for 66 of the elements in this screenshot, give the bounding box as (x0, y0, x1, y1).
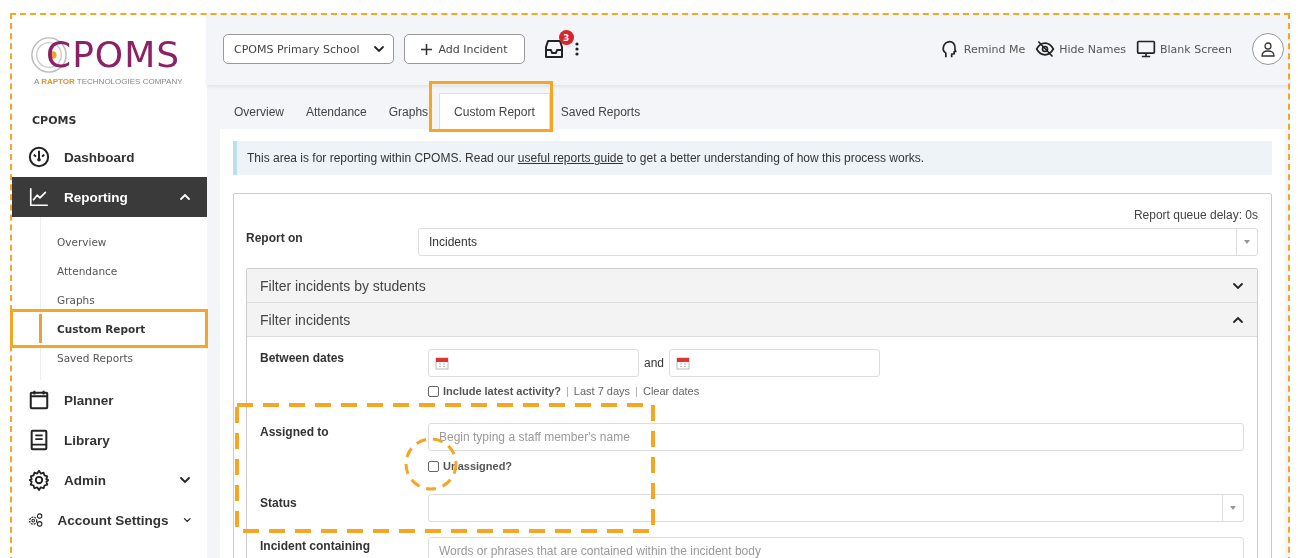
eye-slash-icon (1035, 39, 1056, 59)
queue-delay: Report queue delay: 0s (1132, 208, 1258, 222)
checkbox-label: Include latest activity? (443, 385, 561, 397)
chevron-down-icon (179, 474, 191, 486)
tab[interactable]: Overview (223, 93, 295, 129)
report-on-select[interactable]: Incidents (418, 228, 1258, 256)
calendar-icon[interactable] (676, 356, 691, 370)
inbox-icon[interactable] (542, 39, 565, 59)
field-label: Report on (246, 230, 304, 247)
section-heading: CPOMS (31, 113, 78, 129)
submenu-item[interactable]: Overview (39, 227, 107, 256)
info-alert: This area is for reporting within CPOMS. Read our useful reports guide to get a better understanding of how this process works. (233, 141, 1272, 175)
accordion-header[interactable]: Filter incidents (247, 303, 1257, 337)
separator: | (565, 385, 570, 397)
separator: | (634, 385, 639, 397)
staff-search-field[interactable]: Begin typing a staff member's name (428, 423, 1244, 451)
more-icon[interactable] (574, 42, 579, 56)
gauge-icon (28, 146, 50, 168)
calendar-icon (28, 389, 50, 411)
and-label: and (644, 356, 665, 370)
head-icon (939, 39, 960, 59)
chevron-down-icon (373, 43, 386, 55)
user-avatar[interactable] (1252, 33, 1284, 65)
date-field[interactable] (669, 349, 881, 377)
submenu-item[interactable]: Graphs (39, 285, 95, 314)
monitor-icon (1136, 39, 1156, 59)
date-link[interactable]: Last 7 days (573, 385, 631, 397)
dropdown-caret-icon (1244, 240, 1250, 244)
notification-badge: 3 (558, 30, 574, 45)
sidebar-item[interactable]: Account Settings (12, 500, 207, 540)
tab[interactable]: Saved Reports (549, 93, 652, 129)
book-icon (28, 429, 50, 451)
checkbox[interactable] (428, 460, 439, 472)
toolbar-link[interactable]: Hide Names (1059, 42, 1126, 56)
toolbar-link[interactable]: Blank Screen (1160, 42, 1232, 56)
submenu-item[interactable]: Saved Reports (39, 343, 134, 372)
submenu-item[interactable]: Attendance (39, 256, 118, 285)
add-incident-button[interactable]: Add Incident (404, 34, 525, 64)
field-label: Status (260, 495, 298, 512)
sidebar-item[interactable]: Library (12, 420, 207, 460)
incident-text-field[interactable]: Words or phrases that are contained within the incident body (428, 537, 1244, 558)
school-select[interactable]: CPOMS Primary School (223, 34, 395, 64)
logo: CPOMS A RAPTOR TECHNOLOGIES COMPANY (12, 13, 207, 108)
field-label: Incident containing (260, 538, 371, 555)
field-label: Assigned to (260, 424, 330, 441)
sidebar-item[interactable]: Dashboard (12, 137, 207, 177)
accordion-header[interactable]: Filter incidents by students (247, 269, 1257, 303)
date-link[interactable]: Clear dates (642, 385, 700, 397)
checkbox[interactable] (428, 385, 439, 397)
sidebar-item[interactable]: Admin (12, 460, 207, 500)
sidebar-item[interactable]: Reporting (12, 177, 207, 217)
line-chart-icon (28, 186, 50, 208)
field-label: Between dates (260, 350, 346, 367)
toolbar-link[interactable]: Remind Me (963, 42, 1026, 56)
guide-link[interactable]: useful reports guide (517, 151, 624, 165)
chevron-up-icon (179, 191, 191, 203)
sidebar-item[interactable]: Planner (12, 380, 207, 420)
date-field[interactable] (428, 349, 639, 377)
dropdown-caret-icon (1230, 506, 1236, 510)
tab[interactable]: Graphs (377, 93, 440, 129)
submenu-item[interactable]: Custom Report (39, 314, 146, 343)
tab[interactable]: Attendance (295, 93, 378, 129)
calendar-icon[interactable] (435, 356, 449, 370)
tab[interactable]: Custom Report (439, 93, 550, 129)
gear-icon (28, 469, 50, 491)
plus-icon (421, 43, 433, 55)
